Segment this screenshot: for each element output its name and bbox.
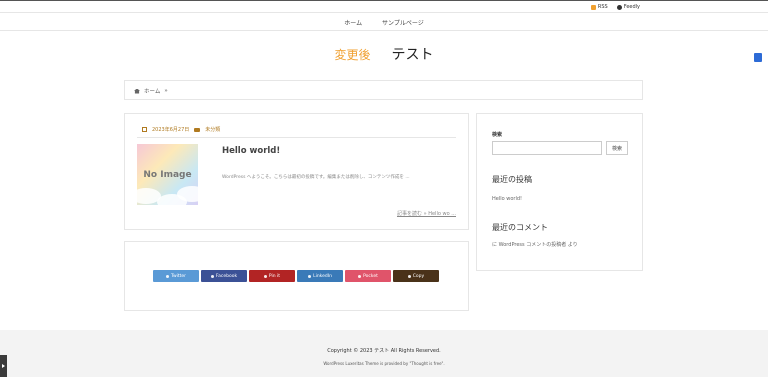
share-button-twitter[interactable]: Twitter	[153, 270, 199, 282]
facebook-icon	[210, 274, 214, 278]
feedly-label: Feedly	[623, 4, 640, 10]
post-thumbnail[interactable]: No Image	[137, 144, 198, 205]
home-icon	[134, 88, 140, 94]
divider	[137, 137, 456, 138]
share-button-pin-it[interactable]: Pin it	[249, 270, 295, 282]
share-button-linkedin[interactable]: LinkedIn	[297, 270, 343, 282]
page-top-toggle[interactable]	[0, 355, 7, 377]
global-nav: ホーム サンプルページ	[0, 13, 768, 31]
sidebar: 検索 検索 最近の投稿 Hello world! 最近のコメント に WordP…	[476, 113, 643, 271]
nav-item-home[interactable]: ホーム	[344, 20, 362, 27]
post-card: 2023年6月27日 未分類 No Image Hello world! Wor…	[124, 113, 469, 230]
share-button-facebook[interactable]: Facebook	[201, 270, 247, 282]
share-button-label: Pocket	[363, 273, 378, 279]
post-category[interactable]: 未分類	[205, 126, 220, 133]
calendar-icon	[142, 127, 147, 132]
breadcrumb: ホーム »	[124, 80, 643, 100]
read-more-link[interactable]: 記事を読む » Hello wo ...	[397, 210, 456, 217]
share-button-label: Facebook	[215, 273, 238, 279]
search-label: 検索	[492, 132, 503, 138]
rss-link[interactable]: RSS	[590, 4, 608, 10]
feedly-link[interactable]: Feedly	[616, 4, 640, 10]
share-buttons: Twitter Facebook Pin it LinkedIn Pocket Copy	[153, 270, 439, 282]
copy-icon	[407, 274, 411, 278]
folder-icon	[194, 127, 201, 132]
top-bar: RSS Feedly	[0, 0, 768, 13]
rss-icon	[590, 4, 596, 10]
nav-item-sample-page[interactable]: サンプルページ	[382, 20, 424, 27]
arrow-right-icon	[2, 364, 5, 368]
recent-comments-heading: 最近のコメント	[492, 223, 548, 232]
recent-post-link[interactable]: Hello world!	[492, 196, 522, 202]
post-title[interactable]: Hello world!	[222, 146, 280, 156]
site-title[interactable]: テスト	[392, 47, 434, 63]
recent-posts-heading: 最近の投稿	[492, 175, 532, 184]
share-button-label: LinkedIn	[313, 273, 332, 279]
share-button-copy[interactable]: Copy	[393, 270, 439, 282]
linkedin-icon	[308, 274, 312, 278]
pocket-icon	[358, 274, 362, 278]
share-button-label: Copy	[412, 273, 425, 279]
footer: Copyright © 2023 テスト All Rights Reserved…	[0, 330, 768, 377]
share-button-pocket[interactable]: Pocket	[345, 270, 391, 282]
post-meta: 2023年6月27日 未分類	[142, 126, 220, 133]
pin-it-icon	[263, 274, 267, 278]
post-date: 2023年6月27日	[152, 127, 190, 133]
side-widget-tab[interactable]	[754, 53, 762, 62]
share-box: Twitter Facebook Pin it LinkedIn Pocket Copy	[124, 241, 469, 311]
rss-label: RSS	[597, 4, 608, 10]
no-image-label: No Image	[143, 170, 192, 180]
feedly-icon	[616, 4, 622, 10]
search-input[interactable]	[492, 141, 602, 155]
share-button-label: Pin it	[268, 273, 281, 279]
recent-comment-item[interactable]: に WordPress コメントの投稿者 より	[492, 241, 578, 248]
site-header: 変更後 テスト	[0, 44, 768, 64]
post-excerpt: WordPress へようこそ。こちらは最初の投稿です。編集または削除し、コンテ…	[222, 175, 410, 180]
site-subtitle: 変更後	[334, 48, 371, 62]
share-button-label: Twitter	[170, 273, 187, 279]
twitter-icon	[165, 274, 169, 278]
copyright: Copyright © 2023 テスト All Rights Reserved…	[327, 348, 441, 354]
feed-links: RSS Feedly	[590, 4, 640, 10]
breadcrumb-home[interactable]: ホーム	[144, 87, 160, 95]
search-button[interactable]: 検索	[606, 141, 628, 155]
theme-credit[interactable]: WordPress Luxeritas Theme is provided by…	[0, 361, 768, 366]
breadcrumb-separator: »	[164, 88, 168, 94]
